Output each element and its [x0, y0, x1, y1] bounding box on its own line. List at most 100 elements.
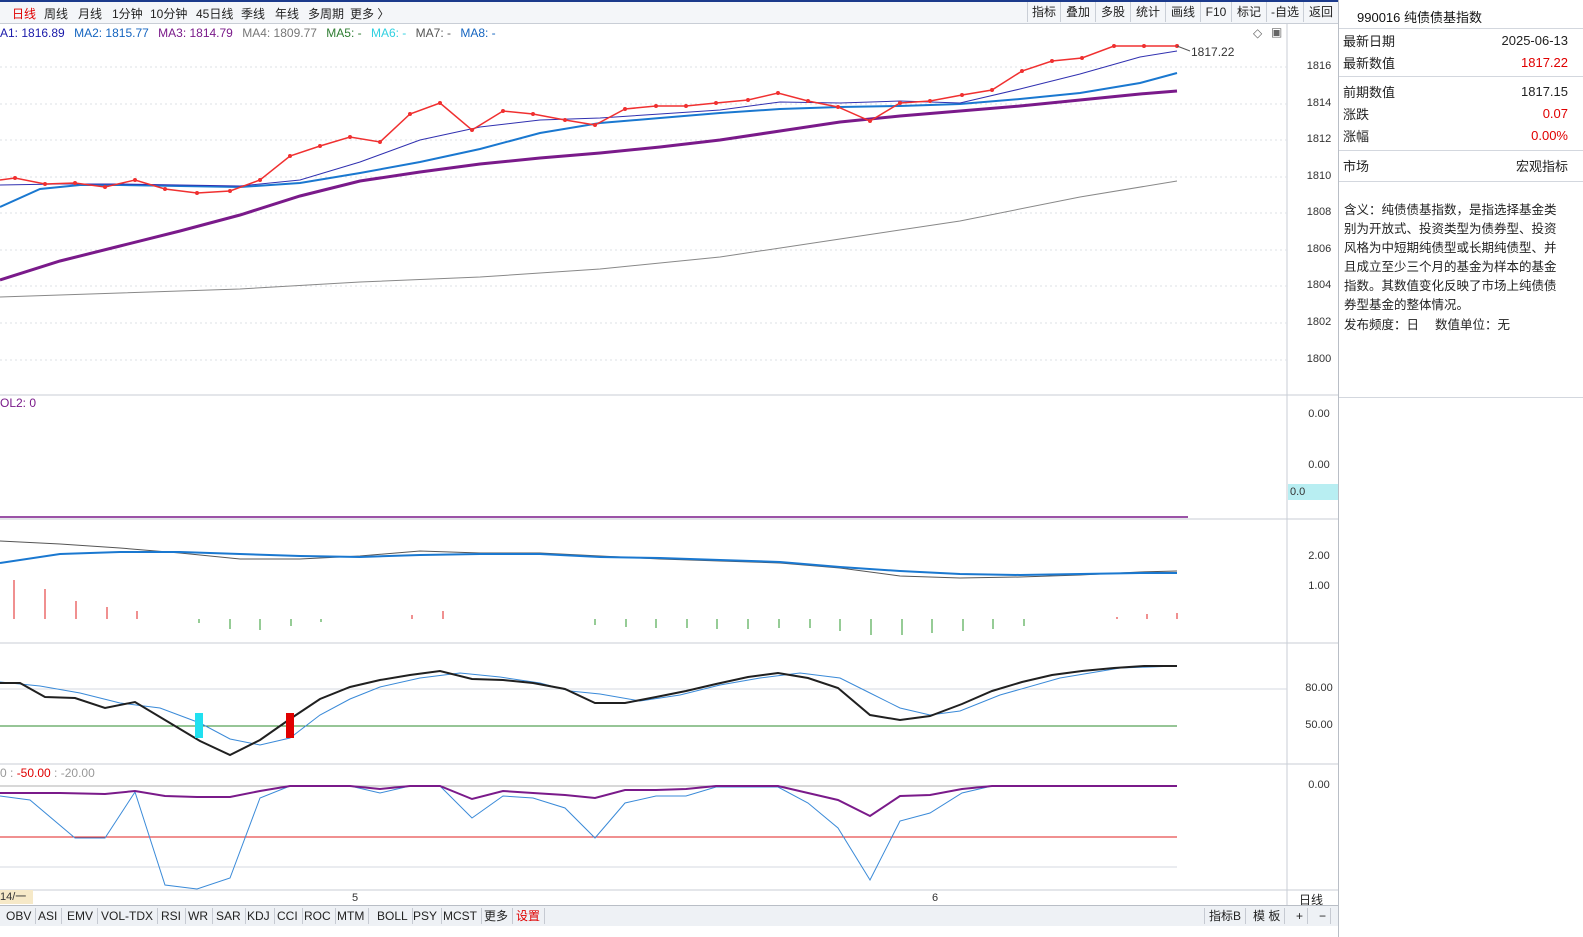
wr-legend-sep: :: [50, 766, 61, 780]
tool-stats[interactable]: 统计: [1130, 2, 1165, 22]
wr-legend-prefix: 0 :: [0, 766, 17, 780]
tool-f10[interactable]: F10: [1200, 2, 1231, 22]
info-divider-1: [1339, 76, 1583, 77]
price-axis-1816: 1816: [1306, 60, 1332, 72]
period-quarter[interactable]: 季线: [241, 5, 265, 22]
info-val-latest: 1817.22: [1521, 54, 1568, 70]
wr-legend: 0 : -50.00 : -20.00: [0, 766, 95, 780]
info-header: 990016 纯债债基指数: [1339, 0, 1583, 29]
period-1min[interactable]: 1分钟: [112, 5, 143, 22]
ma1-line: [0, 50, 1178, 187]
tab-cci[interactable]: CCI: [273, 908, 303, 924]
info-row-date: 最新日期 2025-06-13: [1343, 30, 1568, 50]
close-line: [0, 45, 1177, 194]
date-label-6: 6: [932, 892, 939, 904]
kdj-cyan-marker: [195, 713, 203, 738]
add-pane-button[interactable]: +: [1292, 908, 1309, 924]
tab-mcst[interactable]: MCST: [439, 908, 482, 924]
info-divider-3: [1339, 181, 1583, 182]
tool-back[interactable]: 返回: [1303, 2, 1338, 22]
info-divider-2: [1339, 150, 1583, 151]
price-axis-1814: 1814: [1306, 97, 1332, 109]
tab-emv[interactable]: EMV: [63, 908, 99, 924]
wr-legend-v1: -50.00: [16, 766, 51, 780]
indicator-b-button[interactable]: 指标B: [1204, 908, 1247, 924]
info-val-date: 2025-06-13: [1501, 32, 1569, 48]
macd-red-bars: [13, 580, 1178, 619]
chart-area: [0, 23, 1338, 905]
period-10min[interactable]: 10分钟: [150, 5, 187, 22]
info-row-pct: 涨幅 0.00%: [1343, 125, 1568, 145]
tab-mtm[interactable]: MTM: [333, 908, 370, 924]
vol-axis-bottom: 0.00: [1308, 459, 1330, 471]
tab-vol-tdx[interactable]: VOL-TDX: [97, 908, 159, 924]
tab-settings[interactable]: 设置: [512, 908, 546, 924]
price-axis-1812: 1812: [1306, 133, 1332, 145]
tool-multi-stock[interactable]: 多股: [1095, 2, 1130, 22]
info-val-prev: 1817.15: [1521, 83, 1568, 99]
info-key-prev: 前期数值: [1343, 84, 1396, 100]
info-row-market: 市场 宏观指标: [1343, 155, 1568, 175]
last-price-tag: 1817.22: [1191, 45, 1235, 59]
kdj-axis-50: 50.00: [1305, 719, 1333, 731]
tab-rsi[interactable]: RSI: [157, 908, 187, 924]
tool-indicator[interactable]: 指标: [1027, 2, 1060, 22]
tool-favorite[interactable]: -自选: [1266, 2, 1303, 22]
tab-asi[interactable]: ASI: [34, 908, 63, 924]
info-panel: 990016 纯债债基指数 最新日期 2025-06-13 最新数值 1817.…: [1338, 0, 1583, 937]
info-val-change: 0.07: [1542, 105, 1568, 121]
kdj-axis-80: 80.00: [1305, 682, 1333, 694]
period-monthly[interactable]: 月线: [78, 5, 102, 22]
period-more[interactable]: 更多 〉: [350, 5, 389, 22]
period-weekly[interactable]: 周线: [44, 5, 68, 22]
info-val-market: 宏观指标: [1515, 158, 1568, 174]
remove-pane-button[interactable]: −: [1315, 908, 1332, 924]
tab-boll[interactable]: BOLL: [373, 908, 413, 924]
date-label-start: 14/一: [0, 890, 33, 904]
indicator-tab-bar: OBV ASI EMV VOL-TDX RSI WR SAR KDJ CCI R…: [0, 905, 1338, 926]
kdj-k-line: [0, 665, 1177, 757]
macd-axis-2: 2.00: [1308, 550, 1330, 562]
period-45day[interactable]: 45日线: [196, 5, 233, 22]
macd-axis-1: 1.00: [1308, 580, 1330, 592]
info-divider-4: [1339, 397, 1583, 398]
info-val-pct: 0.00%: [1531, 127, 1568, 143]
tab-more[interactable]: 更多: [480, 908, 514, 924]
macd-dif-line: [0, 540, 1178, 579]
info-row-prev: 前期数值 1817.15: [1343, 81, 1568, 101]
wr-legend-v2: -20.00: [60, 766, 95, 780]
info-frequency: 发布频度：日 数值单位：无: [1344, 318, 1510, 332]
kdj-d-line: [0, 665, 1178, 746]
info-description: 含义：纯债债基指数，是指选择基金类别为开放式、投资类型为债券型、投资风格为中短期…: [1344, 203, 1557, 312]
tab-roc[interactable]: ROC: [300, 908, 336, 924]
macd-green-bars: [198, 619, 1025, 635]
last-price-pointer: [1176, 45, 1191, 52]
period-year[interactable]: 年线: [275, 5, 299, 22]
tab-kdj[interactable]: KDJ: [243, 908, 275, 924]
template-button[interactable]: 模 板: [1249, 908, 1286, 924]
info-row-latest: 最新数值 1817.22: [1343, 52, 1568, 72]
macd-dea-line: [0, 551, 1177, 577]
vol-axis-top: 0.00: [1308, 408, 1330, 420]
price-axis-1800: 1800: [1306, 353, 1332, 365]
period-daily[interactable]: 日线: [12, 5, 36, 22]
tool-draw[interactable]: 画线: [1165, 2, 1200, 22]
date-label-5: 5: [352, 892, 359, 904]
info-row-change: 涨跌 0.07: [1343, 103, 1568, 123]
tab-obv[interactable]: OBV: [2, 908, 37, 924]
vol-current-tag: 0.0: [1288, 484, 1339, 500]
price-axis-1802: 1802: [1306, 316, 1332, 328]
price-axis-1808: 1808: [1306, 206, 1332, 218]
tab-wr[interactable]: WR: [184, 908, 213, 924]
info-key-latest: 最新数值: [1343, 55, 1396, 71]
tool-mark[interactable]: 标记: [1231, 2, 1266, 22]
price-axis-1806: 1806: [1306, 243, 1332, 255]
tab-psy[interactable]: PSY: [409, 908, 443, 924]
tab-sar[interactable]: SAR: [212, 908, 246, 924]
vol-legend: OL2: 0: [0, 396, 37, 410]
info-key-market: 市场: [1343, 158, 1370, 174]
top-toolbar: 日线 周线 月线 1分钟 10分钟 45日线 季线 年线 多周期 更多 〉 指标…: [0, 0, 1338, 24]
info-key-pct: 涨幅: [1343, 128, 1370, 144]
period-multi[interactable]: 多周期: [308, 5, 344, 22]
tool-overlay[interactable]: 叠加: [1060, 2, 1095, 22]
